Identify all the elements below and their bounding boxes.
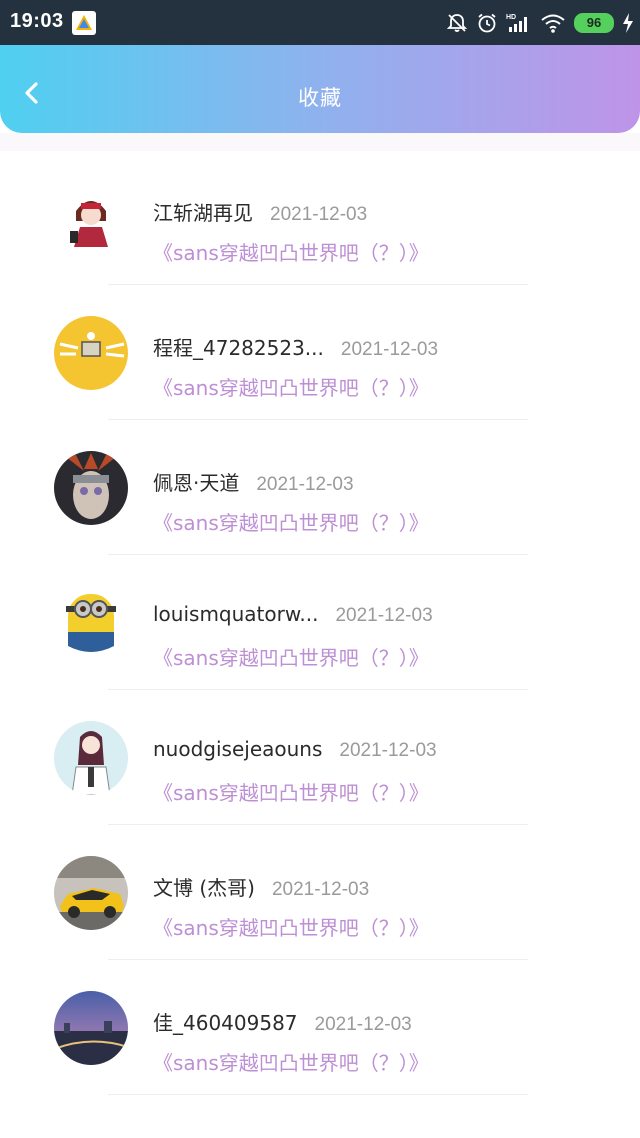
avatar[interactable] xyxy=(54,181,128,255)
svg-text:HD: HD xyxy=(506,14,516,21)
story-title-link[interactable]: 《sans穿越凹凸世界吧（？）》 xyxy=(153,237,429,266)
favorite-date: 2021-12-03 xyxy=(339,740,437,761)
story-title-link[interactable]: 《sans穿越凹凸世界吧（？）》 xyxy=(153,372,429,401)
avatar[interactable] xyxy=(54,586,128,660)
page-title: 收藏 xyxy=(298,86,342,110)
alarm-icon xyxy=(478,13,496,33)
favorite-date: 2021-12-03 xyxy=(270,204,368,225)
divider xyxy=(108,824,528,825)
user-name: 江斩湖再见 xyxy=(153,201,253,225)
list-item[interactable]: 佩恩·天道 2021-12-03 《sans穿越凹凸世界吧（？）》 xyxy=(0,421,640,556)
status-time: 19:03 xyxy=(10,10,64,32)
favorite-date: 2021-12-03 xyxy=(335,605,433,626)
divider xyxy=(108,419,528,420)
story-title-link[interactable]: 《sans穿越凹凸世界吧（？）》 xyxy=(153,912,429,941)
hd-signal-icon: HD xyxy=(506,14,527,32)
list-item[interactable]: 文博 (杰哥) 2021-12-03 《sans穿越凹凸世界吧（？）》 xyxy=(0,826,640,961)
user-name: nuodgisejeaouns xyxy=(153,737,323,761)
avatar[interactable] xyxy=(54,721,128,795)
user-name: 程程_47282523... xyxy=(153,336,324,360)
list-item[interactable]: 佳_460409587 2021-12-03 《sans穿越凹凸世界吧（？）》 xyxy=(0,961,640,1096)
avatar[interactable] xyxy=(54,856,128,930)
avatar[interactable] xyxy=(54,451,128,525)
avatar[interactable] xyxy=(54,991,128,1065)
avatar[interactable] xyxy=(54,316,128,390)
list-item[interactable]: 江斩湖再见 2021-12-03 《sans穿越凹凸世界吧（？）》 xyxy=(0,151,640,286)
divider xyxy=(108,554,528,555)
status-icons: HD 96 xyxy=(446,10,634,36)
divider xyxy=(108,1094,528,1095)
wifi-icon xyxy=(541,14,565,33)
app-badge-icon xyxy=(72,11,96,35)
user-name: 文博 (杰哥) xyxy=(153,876,255,900)
favorite-date: 2021-12-03 xyxy=(314,1014,412,1035)
status-bar: 19:03 HD 96 xyxy=(0,0,640,45)
story-title-link[interactable]: 《sans穿越凹凸世界吧（？）》 xyxy=(153,777,429,806)
battery-icon: 96 xyxy=(574,13,614,33)
header-bar: 收藏 xyxy=(0,45,640,133)
list-item[interactable]: 程程_47282523... 2021-12-03 《sans穿越凹凸世界吧（？… xyxy=(0,286,640,421)
story-title-link[interactable]: 《sans穿越凹凸世界吧（？）》 xyxy=(153,642,429,671)
divider xyxy=(108,959,528,960)
favorite-date: 2021-12-03 xyxy=(340,339,439,360)
header-shadow-band xyxy=(0,133,640,151)
user-name: louismquatorw... xyxy=(153,602,319,626)
divider xyxy=(108,689,528,690)
favorites-list: 江斩湖再见 2021-12-03 《sans穿越凹凸世界吧（？）》 程程_472… xyxy=(0,151,640,1096)
list-item[interactable]: louismquatorw... 2021-12-03 《sans穿越凹凸世界吧… xyxy=(0,556,640,691)
battery-level: 96 xyxy=(586,15,602,30)
list-item[interactable]: nuodgisejeaouns 2021-12-03 《sans穿越凹凸世界吧（… xyxy=(0,691,640,826)
story-title-link[interactable]: 《sans穿越凹凸世界吧（？）》 xyxy=(153,1047,429,1076)
story-title-link[interactable]: 《sans穿越凹凸世界吧（？）》 xyxy=(153,507,429,536)
favorite-date: 2021-12-03 xyxy=(271,879,370,900)
user-name: 佳_460409587 xyxy=(153,1011,298,1035)
user-name: 佩恩·天道 xyxy=(153,471,240,495)
divider xyxy=(108,284,528,285)
favorite-date: 2021-12-03 xyxy=(256,474,354,495)
mute-bell-icon xyxy=(446,14,468,32)
charging-icon xyxy=(623,13,633,33)
